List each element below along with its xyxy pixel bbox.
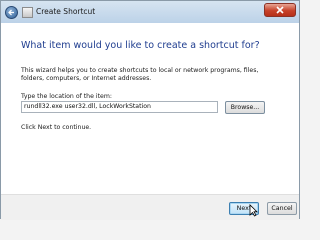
wizard-description: This wizard helps you to create shortcut… bbox=[21, 67, 259, 83]
location-label: Type the location of the item: bbox=[21, 93, 112, 100]
continue-hint: Click Next to continue. bbox=[21, 124, 92, 131]
close-icon bbox=[276, 6, 284, 14]
title-bar[interactable]: Create Shortcut bbox=[1, 1, 299, 23]
browse-button[interactable]: Browse... bbox=[225, 101, 265, 114]
cancel-button[interactable]: Cancel bbox=[267, 202, 297, 215]
mouse-pointer-icon bbox=[249, 204, 258, 217]
wizard-heading: What item would you like to create a sho… bbox=[21, 40, 260, 51]
back-button[interactable] bbox=[5, 6, 18, 19]
create-shortcut-dialog: Create Shortcut What item would you like… bbox=[0, 0, 300, 220]
location-input[interactable]: rundll32.exe user32.dll, LockWorkStation bbox=[21, 101, 218, 113]
close-button[interactable] bbox=[264, 3, 296, 17]
window-title: Create Shortcut bbox=[36, 7, 96, 16]
shortcut-icon bbox=[22, 7, 33, 18]
back-arrow-icon bbox=[8, 9, 14, 16]
